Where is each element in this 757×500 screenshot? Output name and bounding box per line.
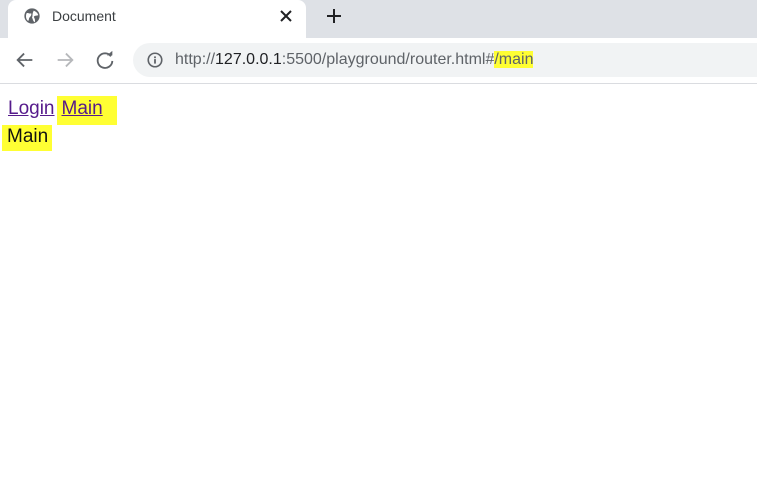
main-link[interactable]: Main <box>62 98 103 119</box>
forward-arrow-icon[interactable] <box>54 49 76 71</box>
reload-icon[interactable] <box>94 49 116 71</box>
nav-links: Login Main <box>8 96 117 125</box>
tab-strip: Document <box>0 0 757 38</box>
url-text: http://127.0.0.1:5500/playground/router.… <box>175 51 534 69</box>
login-link[interactable]: Login <box>8 98 55 119</box>
plus-icon[interactable] <box>324 6 344 26</box>
browser-toolbar: http://127.0.0.1:5500/playground/router.… <box>0 38 757 84</box>
url-scheme: http:// <box>175 51 216 68</box>
close-icon[interactable] <box>278 8 294 24</box>
url-path: :5500/playground/router.html# <box>281 51 495 68</box>
info-icon[interactable] <box>146 51 164 69</box>
router-view-text: Main <box>2 125 53 151</box>
globe-icon <box>24 8 40 24</box>
url-host: 127.0.0.1 <box>215 51 282 68</box>
browser-tab[interactable]: Document <box>8 0 306 38</box>
tab-title: Document <box>52 8 116 24</box>
back-arrow-icon[interactable] <box>14 49 36 71</box>
main-link-highlight: Main <box>56 96 117 125</box>
address-bar[interactable]: http://127.0.0.1:5500/playground/router.… <box>133 43 757 77</box>
url-fragment: /main <box>494 51 534 68</box>
page-content: Login Main Main <box>0 84 757 500</box>
